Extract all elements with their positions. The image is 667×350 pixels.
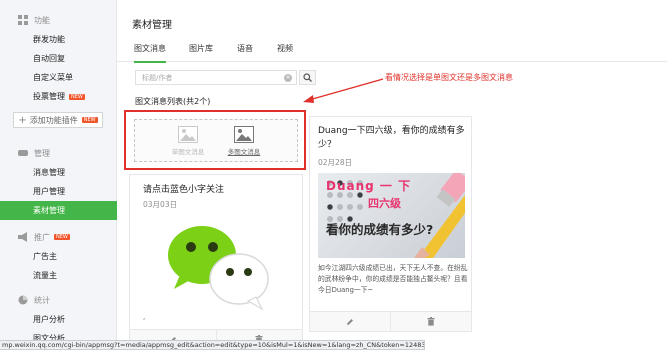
delete-button[interactable] [390,312,471,331]
sidebar-item-publisher[interactable]: 流量主 [0,266,117,285]
grid-icon [18,15,28,25]
new-badge: NEW [54,234,70,240]
plus-icon: + [18,114,27,126]
annotation-arrow [303,78,384,103]
status-bar-url: mp.weixin.qq.com/cgi-bin/appmsg?t=media/… [0,340,425,350]
sidebar: 功能 群发功能 自动回复 自定义菜单 投票管理 NEW + 添加功能插件 NEW … [0,0,117,350]
edit-button[interactable] [310,312,390,331]
image-icon [178,126,198,143]
sidebar-item-auto-reply[interactable]: 自动回复 [0,49,117,68]
pencil-icon [347,318,353,325]
new-badge: NEW [69,93,85,100]
cover-text-3: 看你的成绩有多少? [326,222,434,237]
tab-voice[interactable]: 语音 [237,43,253,54]
sidebar-section-function: 功能 群发功能 自动回复 自定义菜单 投票管理 NEW [0,12,117,106]
megaphone-icon [18,232,28,242]
card-title: 请点击蓝色小字关注 [143,185,225,195]
sidebar-section-header: 功能 [0,12,117,28]
sidebar-section-promo: 推广 NEW 广告主 流量主 [0,229,117,285]
new-badge: NEW [81,117,98,123]
new-message-area: 单图文消息 多图文消息 [134,119,298,162]
article-card[interactable]: 请点击蓝色小字关注 03月03日 , [129,174,303,350]
card-summary: , [143,313,146,321]
list-title: 图文消息列表(共2个) [135,97,211,106]
manage-icon [18,148,28,158]
card-summary: 如今江湖四六级成绩已出，天下无人不查。在纷乱的武林纷争中，你的成绩是否能独占鳌头… [318,264,468,294]
add-plugin-button[interactable]: + 添加功能插件 NEW [13,112,103,128]
cover-text-2: 四六级 [368,197,401,210]
article-card[interactable]: Duang一下四六级，看你的成绩有多少？ 02月28日 Duang 一 下 四六… [309,116,472,332]
cover-text-1: Duang 一 下 [326,179,412,193]
sidebar-item-messages[interactable]: 消息管理 [0,163,117,182]
new-multi-button[interactable]: 多图文消息 [219,126,269,156]
sidebar-item-user-analytics[interactable]: 用户分析 [0,310,117,329]
page-title: 素材管理 [132,20,172,31]
sidebar-section-header: 推广 NEW [0,229,117,245]
sidebar-item-mass-send[interactable]: 群发功能 [0,30,117,49]
sidebar-section-header: 管理 [0,145,117,161]
tab-bar: 图文消息 图片库 语音 视频 [117,36,667,63]
stats-icon [18,295,28,305]
image-icon [234,126,254,143]
sidebar-item-custom-menu[interactable]: 自定义菜单 [0,68,117,87]
sidebar-section-header: 统计 [0,292,117,308]
sidebar-item-advertiser[interactable]: 广告主 [0,247,117,266]
annotation-text: 看情况选择是单图文还是多图文消息 [385,73,513,82]
wechat-logo-image [144,215,292,310]
tab-news[interactable]: 图文消息 [134,43,166,63]
sidebar-item-vote[interactable]: 投票管理 NEW [0,87,117,106]
sidebar-item-users[interactable]: 用户管理 [0,182,117,201]
card-date: 03月03日 [143,200,178,209]
clear-icon[interactable]: × [284,74,292,82]
new-single-button[interactable]: 单图文消息 [163,126,213,156]
tab-video[interactable]: 视频 [277,43,293,54]
card-actions [310,311,471,331]
trash-icon [427,317,435,326]
main-content: 素材管理 图文消息 图片库 语音 视频 标题/作者 × 图文消息列表(共2个) … [117,0,667,350]
new-message-highlight: 单图文消息 多图文消息 [124,110,306,170]
search-input[interactable]: 标题/作者 × [135,70,297,85]
sidebar-section-manage: 管理 消息管理 用户管理 素材管理 [0,145,117,220]
card-date: 02月28日 [318,158,353,167]
sidebar-item-materials[interactable]: 素材管理 [0,201,117,220]
tab-image-library[interactable]: 图片库 [189,43,213,54]
cover-image: Duang 一 下 四六级 看你的成绩有多少? [318,173,465,258]
card-title: Duang一下四六级，看你的成绩有多少？ [318,126,465,150]
